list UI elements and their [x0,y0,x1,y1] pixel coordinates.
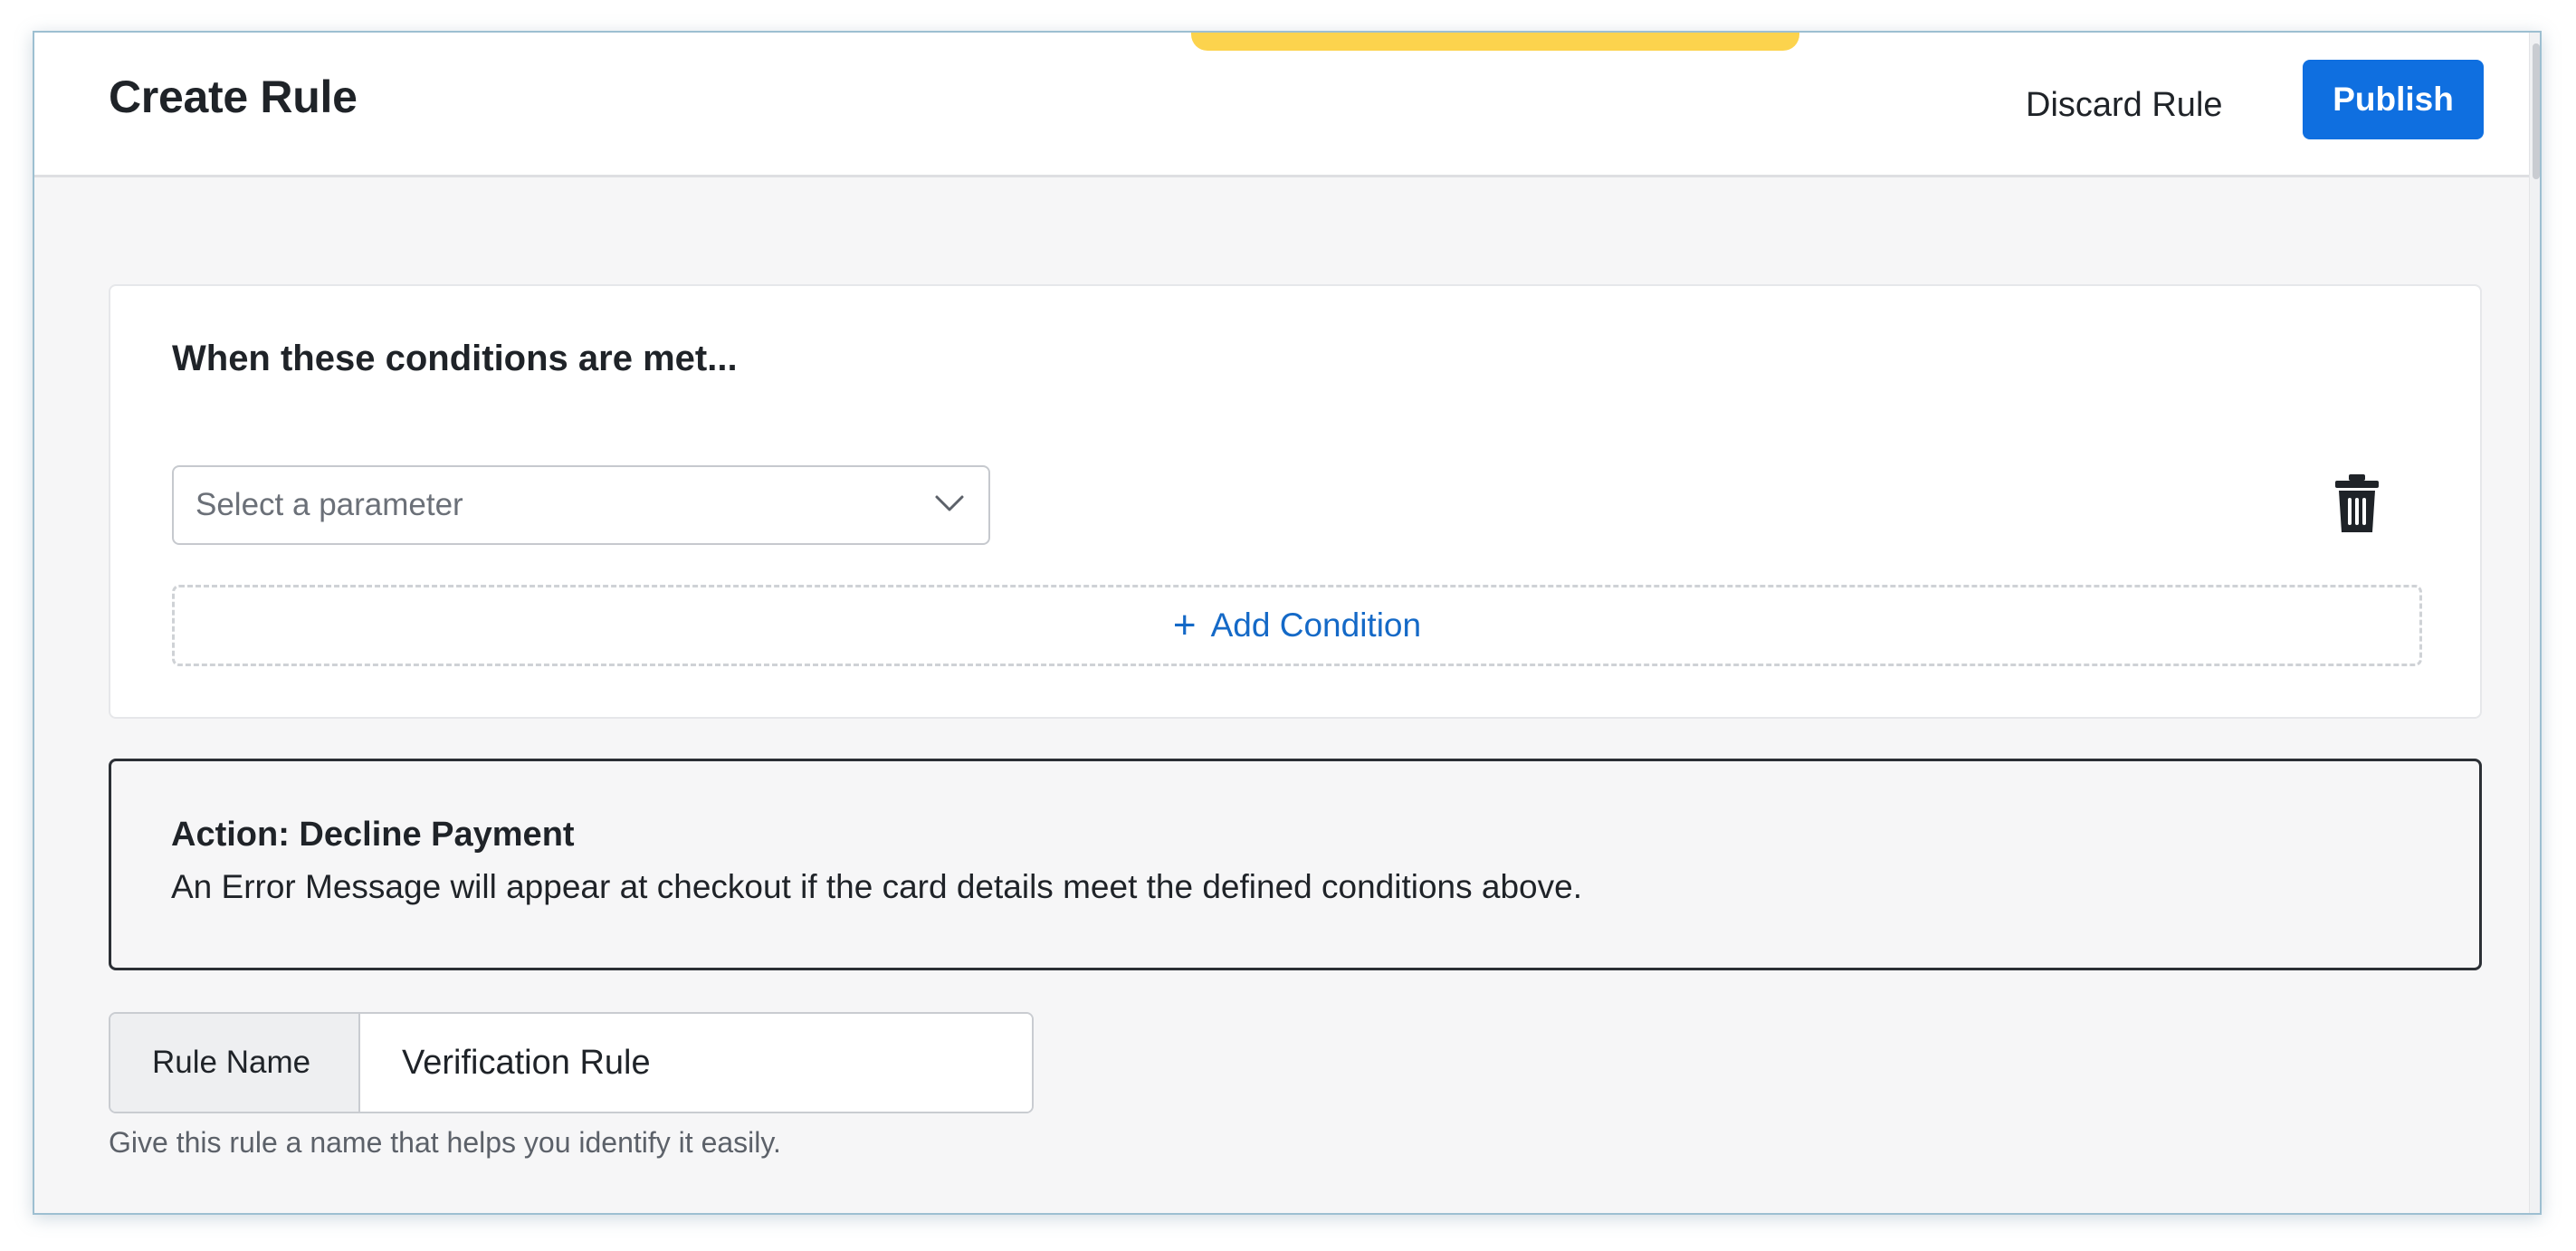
publish-button[interactable]: Publish [2303,60,2484,139]
action-title: Action: Decline Payment [171,816,575,854]
chevron-down-icon [935,495,964,511]
add-condition-label: Add Condition [1210,606,1422,644]
parameter-select[interactable]: Select a parameter [172,465,990,545]
scrollbar-thumb[interactable] [2533,43,2540,179]
parameter-placeholder: Select a parameter [196,487,463,522]
discard-rule-button[interactable]: Discard Rule [2026,78,2223,132]
conditions-title: When these conditions are met... [172,339,738,378]
action-card: Action: Decline Payment An Error Message… [109,759,2482,970]
conditions-card: When these conditions are met... Select … [109,284,2482,719]
page-header: Create Rule Discard Rule Publish [34,33,2529,177]
action-description: An Error Message will appear at checkout… [171,868,1582,905]
page-title: Create Rule [109,72,358,122]
rule-name-field-group: Rule Name [109,1012,1034,1113]
add-condition-button[interactable]: + Add Condition [172,585,2422,666]
add-condition-content: + Add Condition [175,587,2419,664]
trash-icon[interactable] [2330,473,2384,536]
notification-toast [1191,33,1799,51]
rule-name-helper: Give this rule a name that helps you ide… [109,1126,781,1159]
rule-name-label: Rule Name [110,1014,360,1112]
plus-icon: + [1172,603,1197,647]
scrollbar[interactable] [2529,33,2540,1213]
app-window: Create Rule Discard Rule Publish When th… [33,31,2542,1215]
rule-name-input[interactable] [360,1014,1032,1112]
